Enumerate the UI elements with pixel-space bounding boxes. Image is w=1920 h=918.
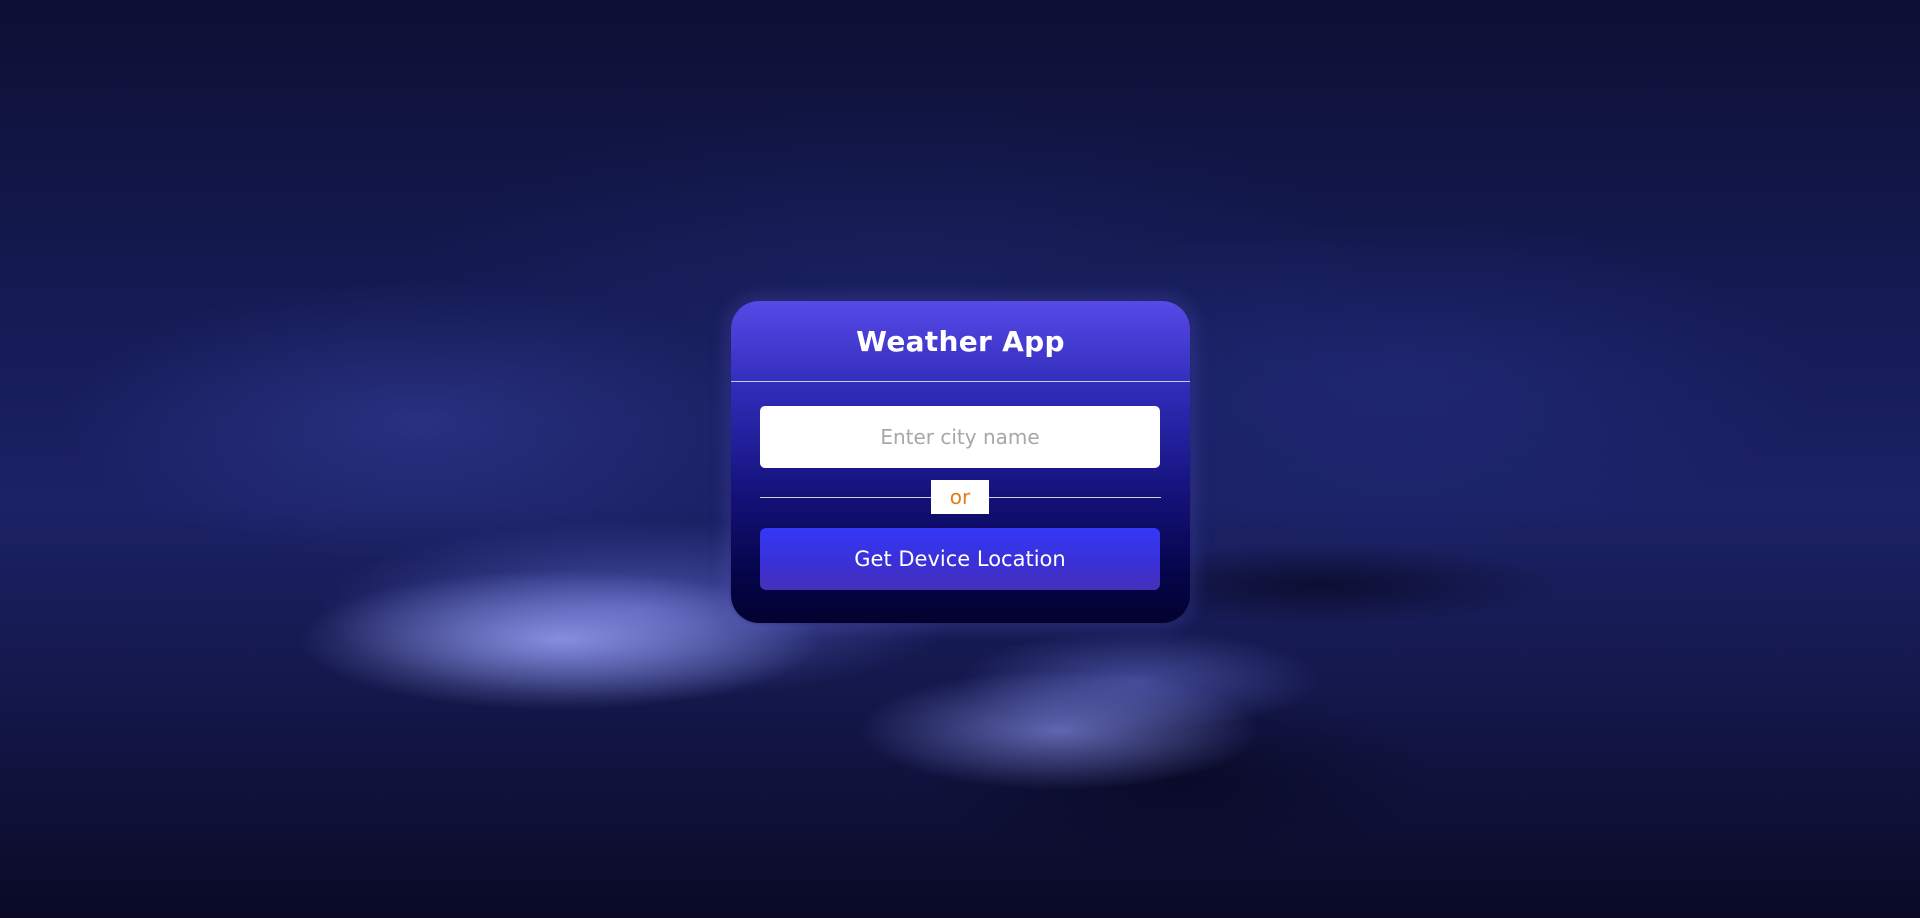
city-name-input[interactable]	[760, 406, 1160, 468]
get-device-location-button[interactable]: Get Device Location	[760, 528, 1160, 590]
or-separator: or	[760, 480, 1161, 516]
weather-app-card: Weather App or Get Device Location	[731, 301, 1190, 623]
separator-label: or	[931, 480, 989, 514]
card-body: or Get Device Location	[731, 382, 1190, 590]
card-header: Weather App	[731, 301, 1190, 382]
app-title: Weather App	[856, 324, 1065, 358]
